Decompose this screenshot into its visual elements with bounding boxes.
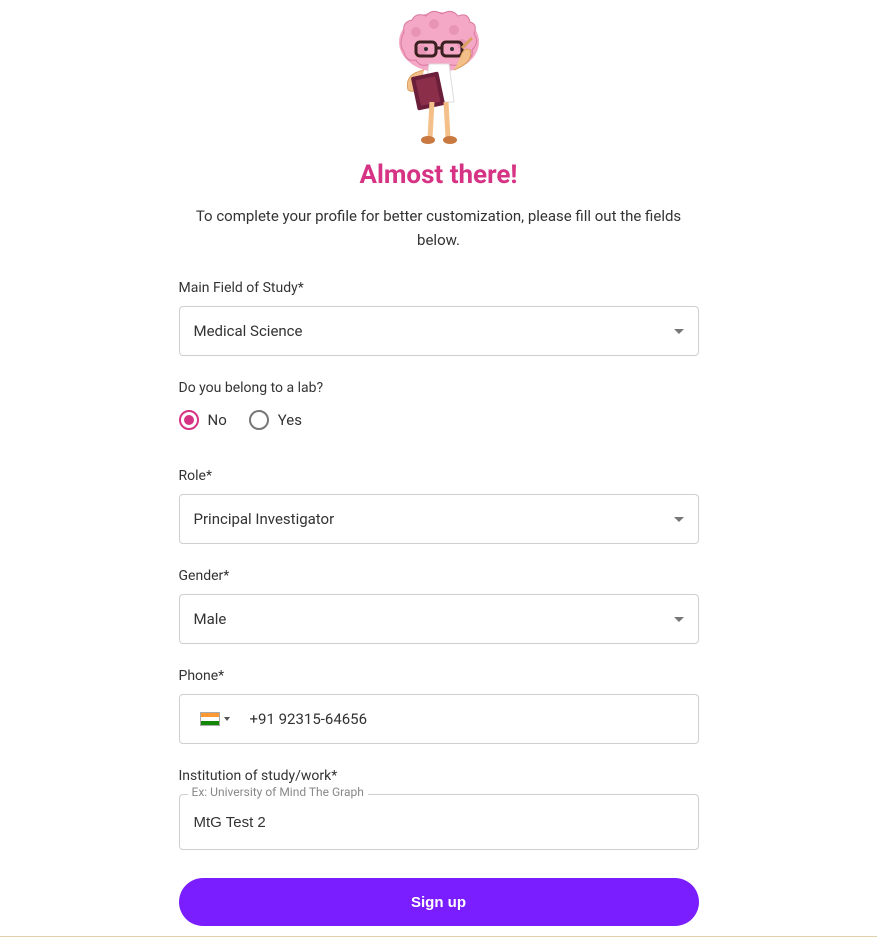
chevron-down-icon bbox=[674, 329, 684, 334]
phone-label: Phone* bbox=[179, 668, 699, 684]
role-select[interactable]: Principal Investigator bbox=[179, 494, 699, 544]
lab-radio-yes[interactable]: Yes bbox=[249, 410, 302, 430]
page-title: Almost there! bbox=[179, 160, 699, 190]
brain-character-icon bbox=[374, 2, 504, 150]
gender-select[interactable]: Male bbox=[179, 594, 699, 644]
main-field-value: Medical Science bbox=[194, 322, 674, 340]
radio-icon bbox=[179, 410, 199, 430]
phone-value: +91 92315-64656 bbox=[250, 710, 368, 728]
radio-icon bbox=[249, 410, 269, 430]
main-field-select[interactable]: Medical Science bbox=[179, 306, 699, 356]
brain-illustration bbox=[179, 0, 699, 150]
institution-placeholder-hint: Ex: University of Mind The Graph bbox=[188, 785, 368, 799]
gender-value: Male bbox=[194, 610, 674, 628]
signup-button[interactable]: Sign up bbox=[179, 878, 699, 926]
chevron-down-icon bbox=[224, 717, 230, 721]
gender-label: Gender* bbox=[179, 568, 699, 584]
phone-input-wrap[interactable]: +91 92315-64656 bbox=[179, 694, 699, 744]
main-field-label: Main Field of Study* bbox=[179, 280, 699, 296]
institution-label: Institution of study/work* bbox=[179, 768, 699, 784]
role-value: Principal Investigator bbox=[194, 510, 674, 528]
role-label: Role* bbox=[179, 468, 699, 484]
page-subtitle: To complete your profile for better cust… bbox=[179, 204, 699, 252]
chevron-down-icon bbox=[674, 517, 684, 522]
lab-no-label: No bbox=[208, 411, 227, 429]
chevron-down-icon bbox=[674, 617, 684, 622]
institution-input[interactable] bbox=[180, 795, 698, 849]
lab-yes-label: Yes bbox=[278, 411, 302, 429]
lab-radio-no[interactable]: No bbox=[179, 410, 227, 430]
flag-india-icon bbox=[200, 712, 220, 726]
country-flag-selector[interactable] bbox=[194, 712, 230, 726]
lab-question-label: Do you belong to a lab? bbox=[179, 380, 699, 396]
profile-form: Main Field of Study* Medical Science Do … bbox=[179, 280, 699, 926]
